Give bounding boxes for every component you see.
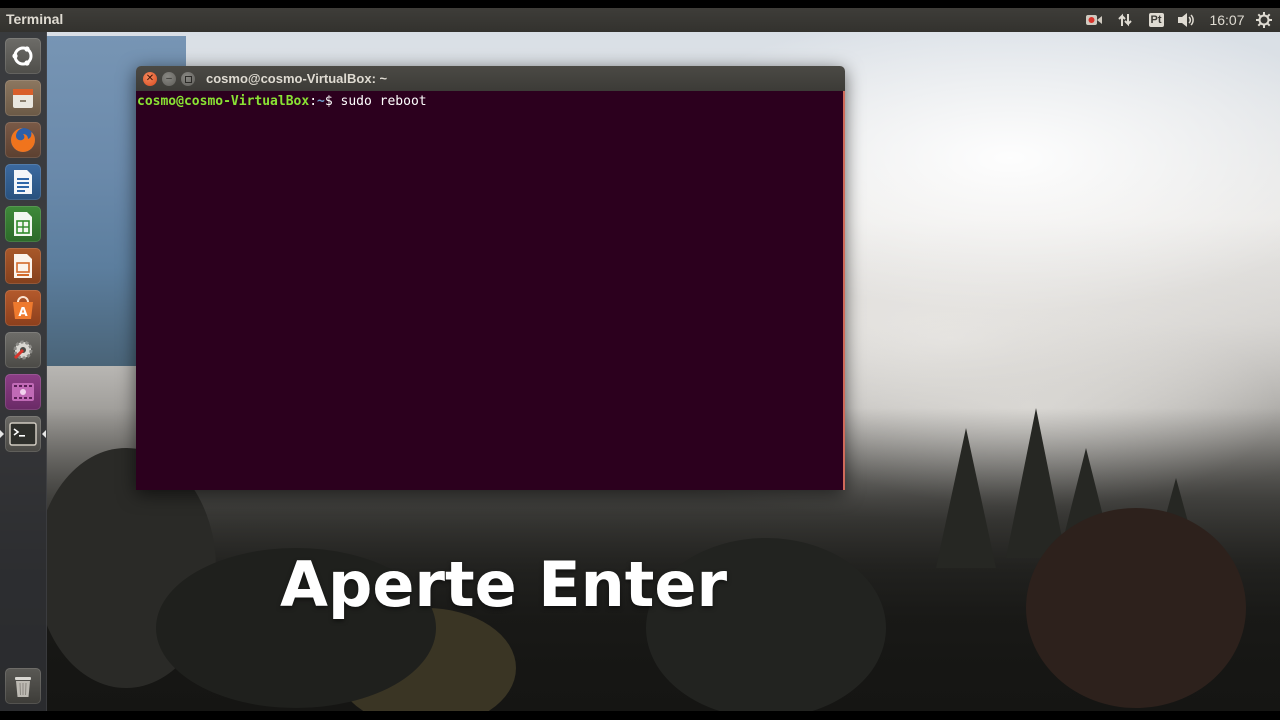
prompt-symbol: $ [324, 94, 341, 109]
active-app-name: Terminal [6, 11, 64, 27]
clock[interactable]: 16:07 [1208, 10, 1246, 30]
prompt-separator: : [309, 94, 318, 109]
gear-icon[interactable] [1254, 10, 1274, 30]
prompt-path: ~ [317, 94, 325, 109]
minimize-button[interactable]: – [162, 72, 176, 86]
maximize-icon [184, 75, 192, 83]
libreoffice-writer-icon [14, 170, 32, 194]
terminal-content[interactable]: cosmo@cosmo-VirtualBox:~$ sudo reboot [136, 91, 845, 490]
trash-icon [15, 677, 31, 697]
launcher-system-settings[interactable] [5, 332, 41, 368]
keyboard-layout-indicator[interactable]: Pt [1146, 10, 1166, 30]
firefox-icon [11, 128, 35, 152]
ubuntu-logo-icon [12, 46, 33, 66]
letterbox-bottom [0, 711, 1280, 720]
terminal-titlebar[interactable]: ✕ – cosmo@cosmo-VirtualBox: ~ [136, 66, 845, 91]
minimize-icon: – [166, 73, 172, 84]
network-updown-icon[interactable] [1115, 10, 1135, 30]
command-line: cosmo@cosmo-VirtualBox:~$ sudo reboot [137, 94, 427, 109]
launcher-dash-home[interactable] [5, 38, 41, 74]
close-icon: ✕ [145, 73, 155, 84]
system-settings-icon [13, 340, 33, 360]
maximize-button[interactable] [181, 72, 195, 86]
keyboard-layout-label: Pt [1148, 13, 1164, 27]
focused-app-indicator [42, 430, 46, 438]
letterbox-top [0, 0, 1280, 8]
software-center-icon: A [13, 296, 33, 319]
launcher-files[interactable] [5, 80, 41, 116]
launcher-firefox[interactable] [5, 122, 41, 158]
svg-text:A: A [18, 305, 28, 319]
window-title: cosmo@cosmo-VirtualBox: ~ [206, 71, 388, 86]
record-icon[interactable] [1084, 10, 1104, 30]
file-cabinet-icon [13, 89, 33, 108]
libreoffice-impress-icon [14, 254, 32, 278]
launcher-terminal[interactable] [5, 416, 41, 452]
active-window-indicator [0, 430, 4, 438]
libreoffice-calc-icon [14, 212, 32, 236]
launcher-impress[interactable] [5, 248, 41, 284]
close-button[interactable]: ✕ [143, 72, 157, 86]
video-editor-icon [12, 383, 34, 401]
launcher-writer[interactable] [5, 164, 41, 200]
volume-icon[interactable] [1176, 10, 1196, 30]
launcher-trash[interactable] [5, 668, 41, 704]
top-panel: Terminal Pt 16:07 [0, 8, 1280, 32]
terminal-window[interactable]: ✕ – cosmo@cosmo-VirtualBox: ~ cosmo@cosm… [136, 66, 845, 490]
terminal-icon [9, 422, 37, 446]
tutorial-caption: Aperte Enter [280, 548, 728, 621]
launcher-video-editor[interactable] [5, 374, 41, 410]
launcher-calc[interactable] [5, 206, 41, 242]
launcher: A [0, 32, 47, 711]
prompt-user-host: cosmo@cosmo-VirtualBox [137, 94, 310, 109]
typed-command: sudo reboot [340, 94, 427, 109]
launcher-software-center[interactable]: A [5, 290, 41, 326]
